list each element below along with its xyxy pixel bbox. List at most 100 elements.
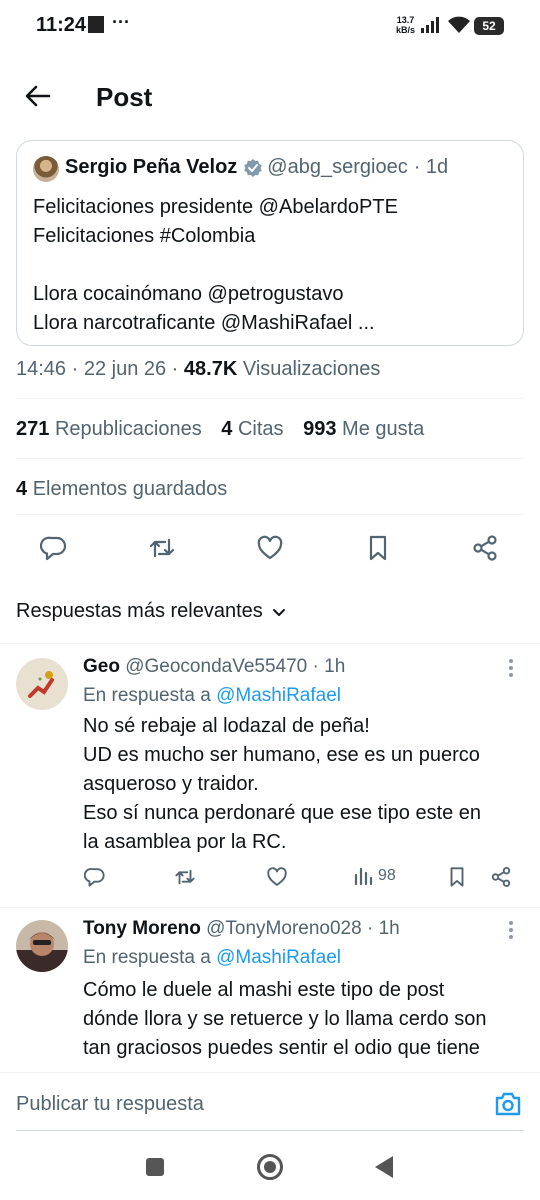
reposts-count: 271: [16, 418, 50, 440]
share-icon[interactable]: [471, 534, 499, 562]
reply-prefix: En respuesta a: [83, 947, 211, 968]
more-options-icon[interactable]: [508, 658, 514, 678]
reply-time: · 1h: [366, 918, 400, 939]
back-icon[interactable]: [375, 1156, 393, 1178]
quoted-post-line: Llora narcotraficante @MashiRafael ...: [33, 312, 375, 334]
post-actions: [0, 530, 540, 570]
home-icon[interactable]: [257, 1154, 283, 1180]
post-stats: 271 Republicaciones 4 Citas 993 Me gusta: [16, 418, 424, 441]
reposts-stat[interactable]: 271 Republicaciones: [16, 418, 202, 440]
reply-text-line: asqueroso y traidor.: [83, 773, 259, 795]
network-speed-value: 13.7: [396, 15, 415, 25]
back-arrow-icon[interactable]: [24, 82, 52, 110]
quotes-stat[interactable]: 4 Citas: [221, 418, 283, 440]
reply-text-line: No sé rebaje al lodazal de peña!: [83, 715, 370, 737]
more-options-icon[interactable]: [508, 920, 514, 940]
share-icon[interactable]: [490, 866, 512, 888]
divider: [16, 514, 524, 515]
reply-text-line: Eso sí nunca perdonaré que ese tipo este…: [83, 802, 482, 824]
status-time: 11:24: [36, 14, 87, 36]
quoted-author-name: Sergio Peña Veloz: [65, 156, 238, 178]
reply-author-handle: @TonyMoreno028: [206, 918, 362, 939]
quoted-post-line: Llora cocainómano @petrogustavo: [33, 283, 344, 305]
views-count: 98: [378, 867, 396, 884]
quoted-post-text: Felicitaciones presidente @AbelardoPTE F…: [33, 193, 513, 338]
recent-apps-icon[interactable]: [146, 1158, 164, 1176]
views-count: 48.7K: [183, 358, 238, 380]
saved-stat[interactable]: 4 Elementos guardados: [16, 478, 227, 501]
reply-author-name: Tony Moreno: [83, 918, 201, 939]
quoted-post-line: [33, 251, 513, 280]
verified-badge-icon: [243, 158, 263, 178]
quoted-post-time: · 1d: [413, 156, 449, 178]
more-notifications-icon: ···: [112, 12, 130, 32]
saved-count: 4: [16, 478, 28, 500]
divider: [16, 458, 524, 459]
reply-text-line: la asamblea por la RC.: [83, 831, 287, 853]
quotes-label: Citas: [237, 418, 284, 440]
quoted-author-handle: @abg_sergioec: [267, 156, 408, 178]
chevron-down-icon: [263, 604, 287, 620]
likes-stat[interactable]: 993 Me gusta: [303, 418, 424, 440]
quoted-post-header: Sergio Peña Veloz @abg_sergioec · 1d: [65, 156, 448, 179]
reply-text-line: dónde llora y se retuerce y lo llama cer…: [83, 1008, 487, 1030]
reply-header: Tony Moreno @TonyMoreno028 · 1h: [83, 918, 400, 940]
reply-prefix: En respuesta a: [83, 685, 211, 706]
reply-actions: 98: [0, 866, 540, 896]
page-title: Post: [96, 82, 153, 112]
bookmark-icon[interactable]: [364, 534, 392, 562]
camera-icon[interactable]: [494, 1091, 522, 1117]
reply-header: Geo @GeocondaVe55470 · 1h: [83, 656, 345, 678]
post-timestamp: 14:46 · 22 jun 26 ·: [16, 358, 179, 380]
reply-author-avatar[interactable]: [16, 920, 68, 972]
saved-label: Elementos guardados: [32, 478, 228, 500]
signal-icon: [420, 16, 442, 34]
quoted-post-line: Felicitaciones #Colombia: [33, 225, 256, 247]
reply-composer: Publicar tu respuesta: [0, 1072, 540, 1131]
system-navigation-bar: [0, 1136, 540, 1200]
reply-text-line: tan graciosos puedes sentir el odio que …: [83, 1037, 480, 1059]
notification-icon: [88, 16, 104, 33]
reply-context: En respuesta a @MashiRafael: [83, 947, 341, 969]
battery-icon: 52: [474, 17, 504, 35]
bookmark-icon[interactable]: [446, 866, 468, 888]
reply-text: No sé rebaje al lodazal de peña! UD es m…: [83, 712, 528, 857]
reply-text: Cómo le duele al mashi este tipo de post…: [83, 976, 528, 1063]
post-meta: 14:46 · 22 jun 26 · 48.7K Visualizacione…: [16, 358, 380, 381]
divider: [16, 398, 524, 399]
reply-item[interactable]: Tony Moreno @TonyMoreno028 · 1h En respu…: [0, 908, 540, 1072]
composer-underline: [16, 1130, 524, 1131]
wifi-icon: [447, 15, 471, 35]
reply-author-handle: @GeocondaVe55470: [125, 656, 308, 677]
replies-sort-dropdown[interactable]: Respuestas más relevantes: [16, 600, 287, 623]
like-icon[interactable]: [266, 866, 288, 888]
network-speed-unit: kB/s: [396, 25, 416, 35]
reply-author-avatar[interactable]: [16, 658, 68, 710]
reply-icon[interactable]: [40, 534, 68, 562]
repost-icon[interactable]: [148, 534, 176, 562]
reply-icon[interactable]: [84, 866, 106, 888]
reply-text-line: Cómo le duele al mashi este tipo de post: [83, 979, 445, 1001]
quoted-post-line: Felicitaciones presidente @AbelardoPTE: [33, 196, 398, 218]
reply-input[interactable]: Publicar tu respuesta: [16, 1093, 204, 1116]
status-bar: 11:24 ··· 13.7 kB/s 52: [0, 0, 540, 52]
network-speed: 13.7 kB/s: [396, 15, 415, 35]
reply-to-link[interactable]: @MashiRafael: [216, 685, 341, 706]
reply-to-link[interactable]: @MashiRafael: [216, 947, 341, 968]
views-button[interactable]: 98: [354, 866, 396, 886]
quotes-count: 4: [221, 418, 233, 440]
repost-icon[interactable]: [174, 866, 196, 888]
quoted-author-avatar: [33, 156, 59, 182]
views-label: Visualizaciones: [242, 358, 381, 380]
quoted-post-card[interactable]: Sergio Peña Veloz @abg_sergioec · 1d Fel…: [16, 140, 524, 346]
reply-item[interactable]: Geo @GeocondaVe55470 · 1h En respuesta a…: [0, 644, 540, 908]
views-icon: [354, 866, 374, 886]
likes-label: Me gusta: [342, 418, 425, 440]
reposts-label: Republicaciones: [54, 418, 202, 440]
like-icon[interactable]: [256, 534, 284, 562]
header: Post: [0, 60, 540, 132]
reply-text-line: UD es mucho ser humano, ese es un puerco: [83, 744, 480, 766]
reply-author-name: Geo: [83, 656, 120, 677]
likes-count: 993: [303, 418, 337, 440]
reply-time: · 1h: [312, 656, 346, 677]
